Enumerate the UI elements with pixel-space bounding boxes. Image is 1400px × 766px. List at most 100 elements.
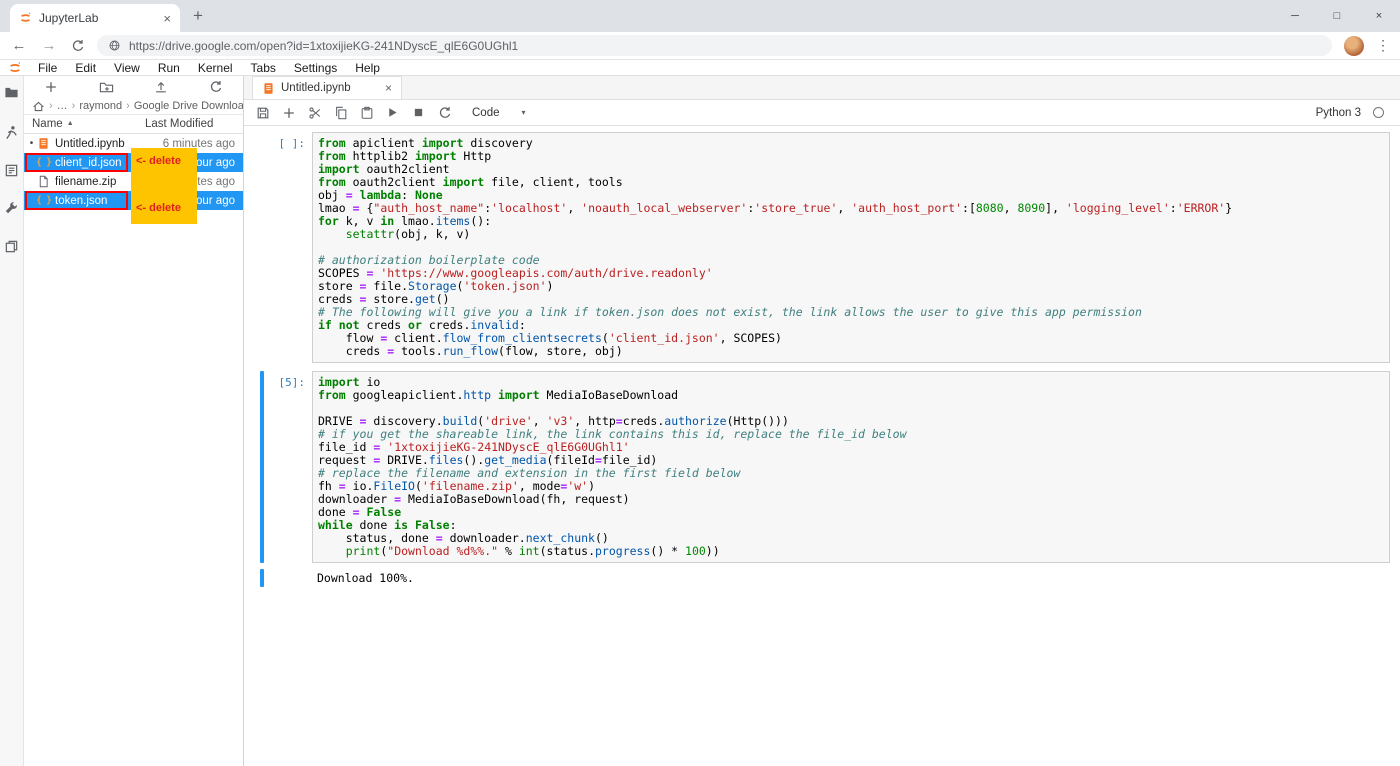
left-activity-bar: [0, 76, 24, 766]
globe-icon: [108, 39, 121, 52]
menu-file[interactable]: File: [29, 61, 66, 75]
file-browser-toolbar: [24, 76, 243, 98]
restart-button[interactable]: [436, 104, 453, 121]
minimize-button[interactable]: ─: [1274, 0, 1316, 32]
delete-annotation-label: <- delete: [136, 202, 181, 214]
kernel-name[interactable]: Python 3: [1316, 107, 1361, 119]
tab-close-icon[interactable]: ×: [163, 11, 171, 26]
new-folder-icon: [99, 80, 114, 95]
browser-toolbar: ← → ⋮: [0, 32, 1400, 60]
browser-tab[interactable]: JupyterLab ×: [10, 4, 180, 32]
forward-icon[interactable]: →: [40, 37, 58, 54]
column-last-modified[interactable]: Last Modified: [145, 118, 243, 130]
notebook-toolbar-buttons: [254, 104, 453, 121]
cell-type-value: Code: [472, 106, 500, 119]
delete-annotation-label: <- delete: [136, 155, 181, 167]
paste-icon: [360, 106, 374, 120]
code-editor[interactable]: from apiclient import discovery from http…: [312, 132, 1390, 363]
kernel-status-icon[interactable]: [1373, 107, 1384, 118]
notebook-tab-title: Untitled.ipynb: [281, 82, 351, 94]
main-dock-panel: Untitled.ipynb × Code ▾ Python 3 [ ]: fro…: [244, 76, 1400, 766]
save-icon: [256, 106, 270, 120]
menu-settings[interactable]: Settings: [285, 61, 346, 75]
document-tab-bar: Untitled.ipynb ×: [244, 76, 1400, 100]
property-inspector-icon[interactable]: [4, 200, 20, 216]
copy-button[interactable]: [332, 104, 349, 121]
execution-count: [ ]:: [278, 137, 306, 150]
jupyter-logo-icon: [5, 61, 25, 75]
cell-output: Download 100%.: [317, 571, 414, 585]
reload-icon[interactable]: [70, 38, 85, 53]
maximize-button[interactable]: □: [1316, 0, 1358, 32]
copy-icon: [334, 106, 348, 120]
file-file-icon: [36, 174, 51, 189]
output-prompt: [264, 569, 312, 587]
breadcrumb-separator: ›: [71, 100, 76, 112]
notebook-toolbar: Code ▾ Python 3: [244, 100, 1400, 126]
omnibox[interactable]: [97, 35, 1332, 56]
sort-ascending-icon: ▲: [66, 120, 74, 127]
column-name[interactable]: Name ▲: [24, 118, 145, 130]
paste-button[interactable]: [358, 104, 375, 121]
browser-tab-strip: JupyterLab × + ─ □ ×: [0, 0, 1400, 32]
new-launcher-icon: [44, 80, 58, 94]
menu-view[interactable]: View: [105, 61, 149, 75]
breadcrumb-item-raymond[interactable]: raymond: [79, 100, 122, 112]
breadcrumb-separator: ›: [126, 100, 130, 112]
delete-annotation: <- delete <- delete: [131, 148, 197, 224]
cell-type-dropdown[interactable]: Code ▾: [472, 107, 526, 119]
back-icon[interactable]: ←: [10, 37, 28, 54]
run-button[interactable]: [384, 104, 401, 121]
menu-tabs[interactable]: Tabs: [242, 61, 285, 75]
running-indicator: •: [29, 138, 34, 149]
code-editor[interactable]: import io from googleapiclient.http impor…: [312, 371, 1390, 563]
stop-button[interactable]: [410, 104, 427, 121]
running-sessions-icon[interactable]: [4, 124, 20, 140]
notebook-area[interactable]: [ ]: from apiclient import discovery from …: [244, 126, 1400, 766]
workspace: › … › raymond › Google Drive Download Na…: [0, 76, 1400, 766]
notebook-file-icon: [262, 82, 275, 95]
browser-tab-title: JupyterLab: [39, 11, 99, 25]
kernel-indicator: Python 3: [1316, 107, 1390, 119]
restart-icon: [438, 106, 452, 120]
profile-avatar[interactable]: [1344, 35, 1364, 56]
url-input[interactable]: [129, 38, 1321, 53]
cut-icon: [308, 106, 322, 120]
breadcrumb: › … › raymond › Google Drive Download: [24, 98, 243, 114]
home-icon[interactable]: [32, 100, 45, 113]
open-tabs-icon[interactable]: [4, 238, 20, 254]
menu-run[interactable]: Run: [149, 61, 189, 75]
menu-help[interactable]: Help: [346, 61, 389, 75]
breadcrumb-separator: ›: [49, 100, 53, 112]
save-button[interactable]: [254, 104, 271, 121]
upload-icon: [154, 80, 168, 94]
menu-edit[interactable]: Edit: [66, 61, 105, 75]
menu-kernel[interactable]: Kernel: [189, 61, 242, 75]
notebook-tab-close-icon[interactable]: ×: [385, 81, 392, 95]
upload-button[interactable]: [134, 80, 189, 94]
close-button[interactable]: ×: [1358, 0, 1400, 32]
file-browser-icon[interactable]: [4, 84, 20, 100]
file-browser-panel: › … › raymond › Google Drive Download Na…: [24, 76, 244, 766]
json-file-icon: { }: [35, 157, 52, 168]
browser-menu-icon[interactable]: ⋮: [1376, 37, 1390, 54]
code-cell: [ ]: from apiclient import discovery from …: [244, 132, 1390, 363]
breadcrumb-ellipsis[interactable]: …: [57, 100, 68, 112]
cut-button[interactable]: [306, 104, 323, 121]
code-cell: [5]: import io from googleapiclient.http i…: [244, 371, 1390, 587]
command-palette-icon[interactable]: [4, 162, 20, 178]
new-tab-button[interactable]: +: [184, 2, 212, 30]
jupyter-favicon-icon: [19, 12, 32, 25]
notebook-tab[interactable]: Untitled.ipynb ×: [252, 76, 402, 99]
refresh-button[interactable]: [188, 80, 243, 94]
refresh-icon: [209, 80, 223, 94]
stop-icon: [412, 106, 425, 119]
jupyterlab-menubar: File Edit View Run Kernel Tabs Settings Help: [0, 60, 1400, 76]
browser-window: JupyterLab × + ─ □ × ← → ⋮: [0, 0, 1400, 60]
new-launcher-button[interactable]: [24, 80, 79, 94]
breadcrumb-item-current[interactable]: Google Drive Download: [134, 100, 243, 112]
new-folder-button[interactable]: [79, 80, 134, 95]
notebook-file-icon: [36, 136, 51, 151]
add-cell-button[interactable]: [280, 104, 297, 121]
json-file-icon: { }: [35, 195, 52, 206]
